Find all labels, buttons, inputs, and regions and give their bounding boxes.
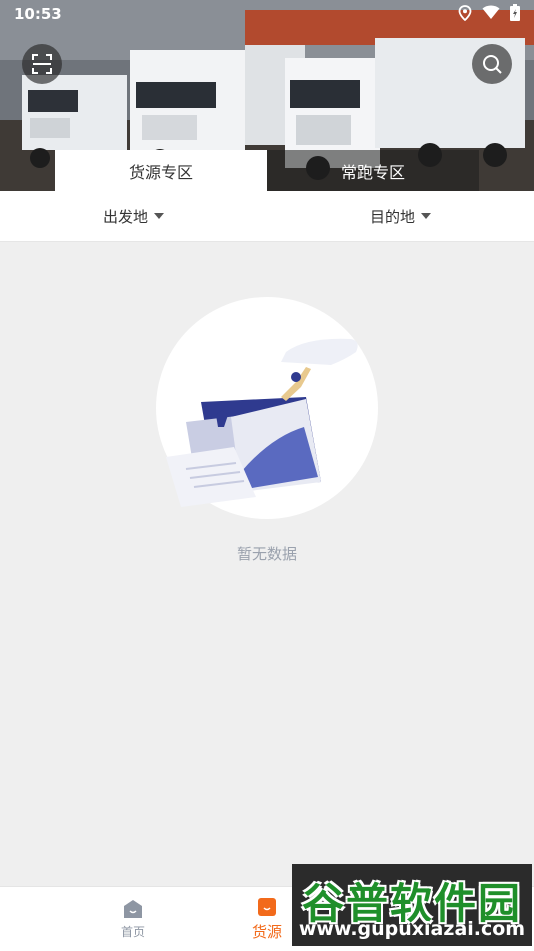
empty-folder-illustration	[166, 338, 358, 507]
scan-icon	[32, 54, 52, 74]
cargo-icon	[258, 897, 276, 916]
watermark-url: www.gupuxiazai.com	[298, 918, 526, 940]
filter-row: 出发地 目的地	[0, 191, 534, 242]
tab-cargo-zone[interactable]: 货源专区	[55, 150, 267, 191]
scan-button[interactable]	[22, 44, 62, 84]
watermark-logo: 谷普软件园 www.gupuxiazai.com	[292, 864, 532, 946]
search-icon	[483, 55, 502, 74]
caret-down-icon	[421, 213, 431, 219]
header-banner: 10:53 货源专区 常跑专区	[0, 0, 534, 191]
origin-filter[interactable]: 出发地	[0, 191, 267, 241]
tab-regular-routes[interactable]: 常跑专区	[267, 150, 479, 191]
destination-filter-label: 目的地	[369, 207, 415, 226]
location-icon	[458, 4, 472, 21]
origin-filter-label: 出发地	[102, 207, 148, 226]
destination-filter[interactable]: 目的地	[267, 191, 534, 241]
empty-state-text: 暂无数据	[236, 545, 297, 563]
tab-cargo-zone-label: 货源专区	[128, 162, 193, 182]
status-bar: 10:53	[0, 0, 534, 28]
search-button[interactable]	[472, 44, 512, 84]
empty-state-circle	[156, 297, 378, 519]
wifi-icon	[482, 5, 500, 19]
battery-icon	[510, 4, 520, 21]
home-icon	[124, 899, 142, 918]
nav-item-home[interactable]: 首页	[68, 887, 198, 951]
status-time: 10:53	[14, 5, 62, 23]
zone-tabs: 货源专区 常跑专区	[0, 150, 534, 191]
tab-regular-routes-label: 常跑专区	[340, 162, 405, 182]
nav-item-home-label: 首页	[120, 924, 145, 939]
nav-item-cargo-label: 货源	[251, 922, 282, 941]
caret-down-icon	[154, 213, 164, 219]
